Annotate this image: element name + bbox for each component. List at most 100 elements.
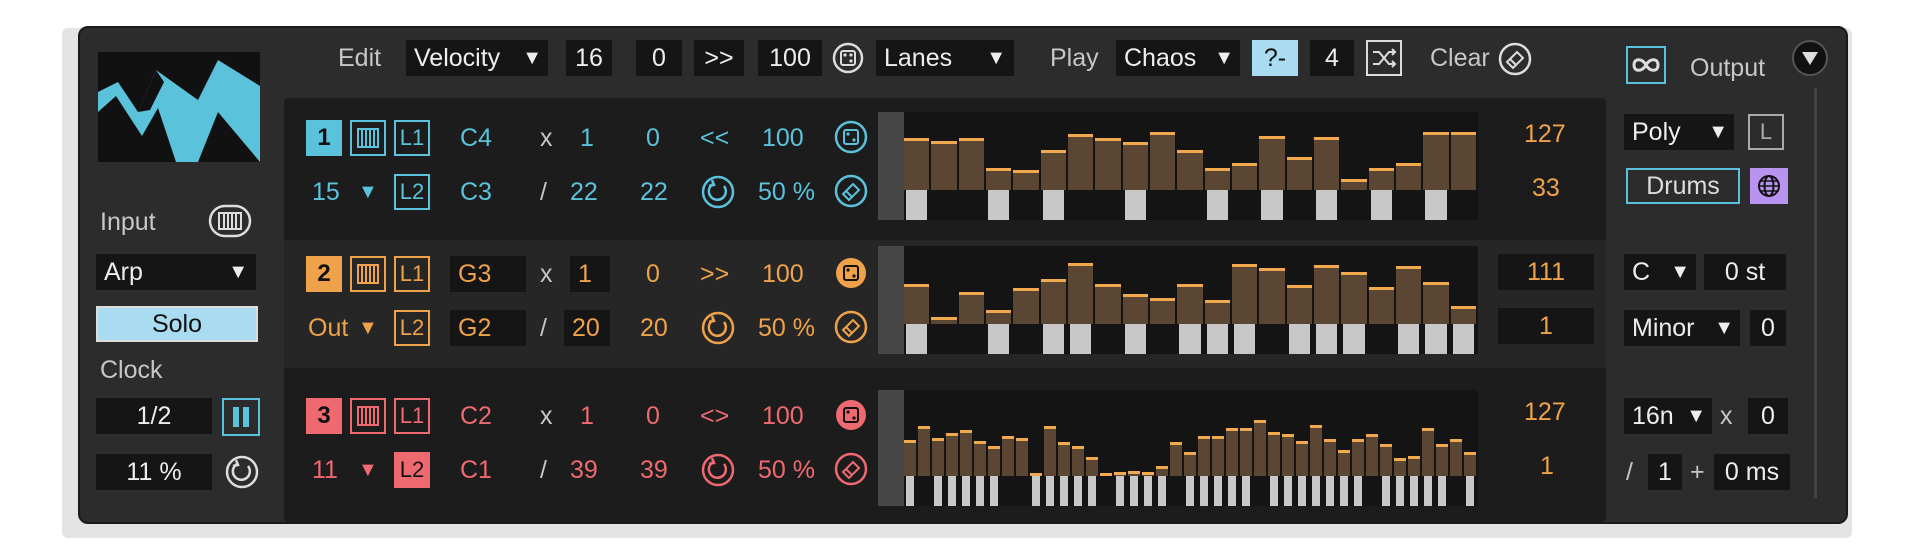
lane-3-l2-toggle[interactable]: L2 [394,452,430,488]
keyboard-icon[interactable] [208,204,252,238]
lane-1-l1-toggle[interactable]: L1 [394,120,430,156]
steps-field[interactable]: 16 [566,40,612,76]
lane-3-direction[interactable]: <> [700,400,729,432]
pause-icon[interactable] [222,398,260,436]
lane-1-min[interactable]: 33 [1532,172,1560,204]
amount-field[interactable]: 100 [758,40,822,76]
velocity-step[interactable] [1212,436,1224,476]
velocity-step[interactable] [1016,437,1028,476]
clock-rate-field[interactable]: 1/2 [96,398,212,434]
velocity-step[interactable] [1296,440,1308,476]
gate-step[interactable] [1124,324,1146,354]
direction-field[interactable]: >> [694,40,744,76]
velocity-step[interactable] [1184,452,1196,476]
velocity-step[interactable] [1122,293,1148,324]
gate-step[interactable] [906,190,928,220]
scale-dropdown[interactable]: Minor ▼ [1624,310,1740,346]
gate-step[interactable] [906,324,928,354]
gate-step[interactable] [1074,476,1082,506]
gate-step[interactable] [1270,476,1278,506]
lane-1-direction[interactable]: << [700,122,729,154]
gate-step[interactable] [976,476,984,506]
velocity-step[interactable] [1464,452,1476,476]
velocity-step[interactable] [1156,466,1168,476]
scrollbar[interactable] [1814,88,1817,498]
lane-2-note2[interactable]: G2 [450,310,526,346]
gate-step[interactable] [1354,476,1362,506]
lane-2-probability[interactable]: 50 % [758,312,815,344]
lane-3-length[interactable]: 39 [640,454,668,486]
lane-1-amount[interactable]: 100 [762,122,804,154]
velocity-step[interactable] [1072,445,1084,476]
velocity-step[interactable] [1423,282,1449,324]
gate-step[interactable] [1382,476,1390,506]
offset-field[interactable]: 0 [636,40,682,76]
gate-step[interactable] [1158,476,1166,506]
swing-field[interactable]: 11 % [96,454,212,490]
lane-2-l2-toggle[interactable]: L2 [394,310,430,346]
lane-2-channel[interactable]: Out [308,312,348,344]
gate-step[interactable] [1206,190,1228,220]
gate-step[interactable] [1425,324,1447,354]
lane-2-note1[interactable]: G3 [450,256,526,292]
velocity-step[interactable] [946,432,958,476]
velocity-step[interactable] [1423,132,1449,190]
chevron-down-icon[interactable]: ▼ [358,176,378,208]
velocity-step[interactable] [1068,133,1094,190]
velocity-step[interactable] [918,426,930,476]
gate-step[interactable] [1200,476,1208,506]
lane-3-sequencer[interactable] [878,390,1478,506]
lane-2-eraser-icon[interactable] [834,310,868,344]
gate-step[interactable] [962,476,970,506]
velocity-step[interactable] [1450,439,1462,476]
lane-2-offset[interactable]: 0 [646,258,660,290]
gate-step[interactable] [990,476,998,506]
gate-step[interactable] [906,476,914,506]
velocity-step[interactable] [1268,432,1280,476]
velocity-step[interactable] [1396,266,1422,324]
velocity-step[interactable] [958,291,984,324]
velocity-step[interactable] [1282,434,1294,476]
chaos-value-field[interactable]: 4 [1310,40,1354,76]
velocity-step[interactable] [1240,428,1252,476]
root-dropdown[interactable]: C ▼ [1624,254,1696,290]
rate-dropdown[interactable]: 16n ▼ [1624,398,1712,434]
gate-step[interactable] [1316,324,1338,354]
velocity-step[interactable] [1450,131,1476,190]
velocity-step[interactable] [1095,138,1121,190]
lane-1-note2[interactable]: C3 [460,176,492,208]
velocity-step[interactable] [904,138,930,190]
lane-2-dice-icon[interactable] [834,256,868,290]
velocity-step[interactable] [1310,424,1322,476]
velocity-step[interactable] [1254,420,1266,476]
gate-step[interactable] [988,324,1010,354]
lane-2-min[interactable]: 1 [1498,308,1594,344]
velocity-step[interactable] [1122,142,1148,190]
velocity-step[interactable] [1040,150,1066,190]
gate-step[interactable] [1425,190,1447,220]
lane-1-dice-icon[interactable] [834,120,868,154]
gate-step[interactable] [1326,476,1334,506]
velocity-step[interactable] [1232,162,1258,190]
velocity-step[interactable] [1204,168,1230,190]
lane-3-note2[interactable]: C1 [460,454,492,486]
lane-3-min[interactable]: 1 [1540,450,1554,482]
gate-step[interactable] [1343,324,1365,354]
lane-1-l2-toggle[interactable]: L2 [394,174,430,210]
lane-2-mul[interactable]: 1 [570,256,610,292]
gate-step[interactable] [1288,324,1310,354]
gate-step[interactable] [1116,476,1124,506]
velocity-step[interactable] [974,440,986,476]
velocity-step[interactable] [1150,132,1176,190]
scale-value-field[interactable]: 0 [1750,310,1786,346]
input-mode-dropdown[interactable]: Arp ▼ [96,254,256,290]
lane-1-eraser-icon[interactable] [834,174,868,208]
solo-button[interactable]: Solo [96,306,258,342]
gate-step[interactable] [1316,190,1338,220]
gate-step[interactable] [1452,324,1474,354]
velocity-step[interactable] [1436,444,1448,476]
velocity-step[interactable] [1366,434,1378,476]
lane-1-channel[interactable]: 15 [312,176,340,208]
lane-1-length[interactable]: 22 [640,176,668,208]
velocity-step[interactable] [1232,263,1258,324]
